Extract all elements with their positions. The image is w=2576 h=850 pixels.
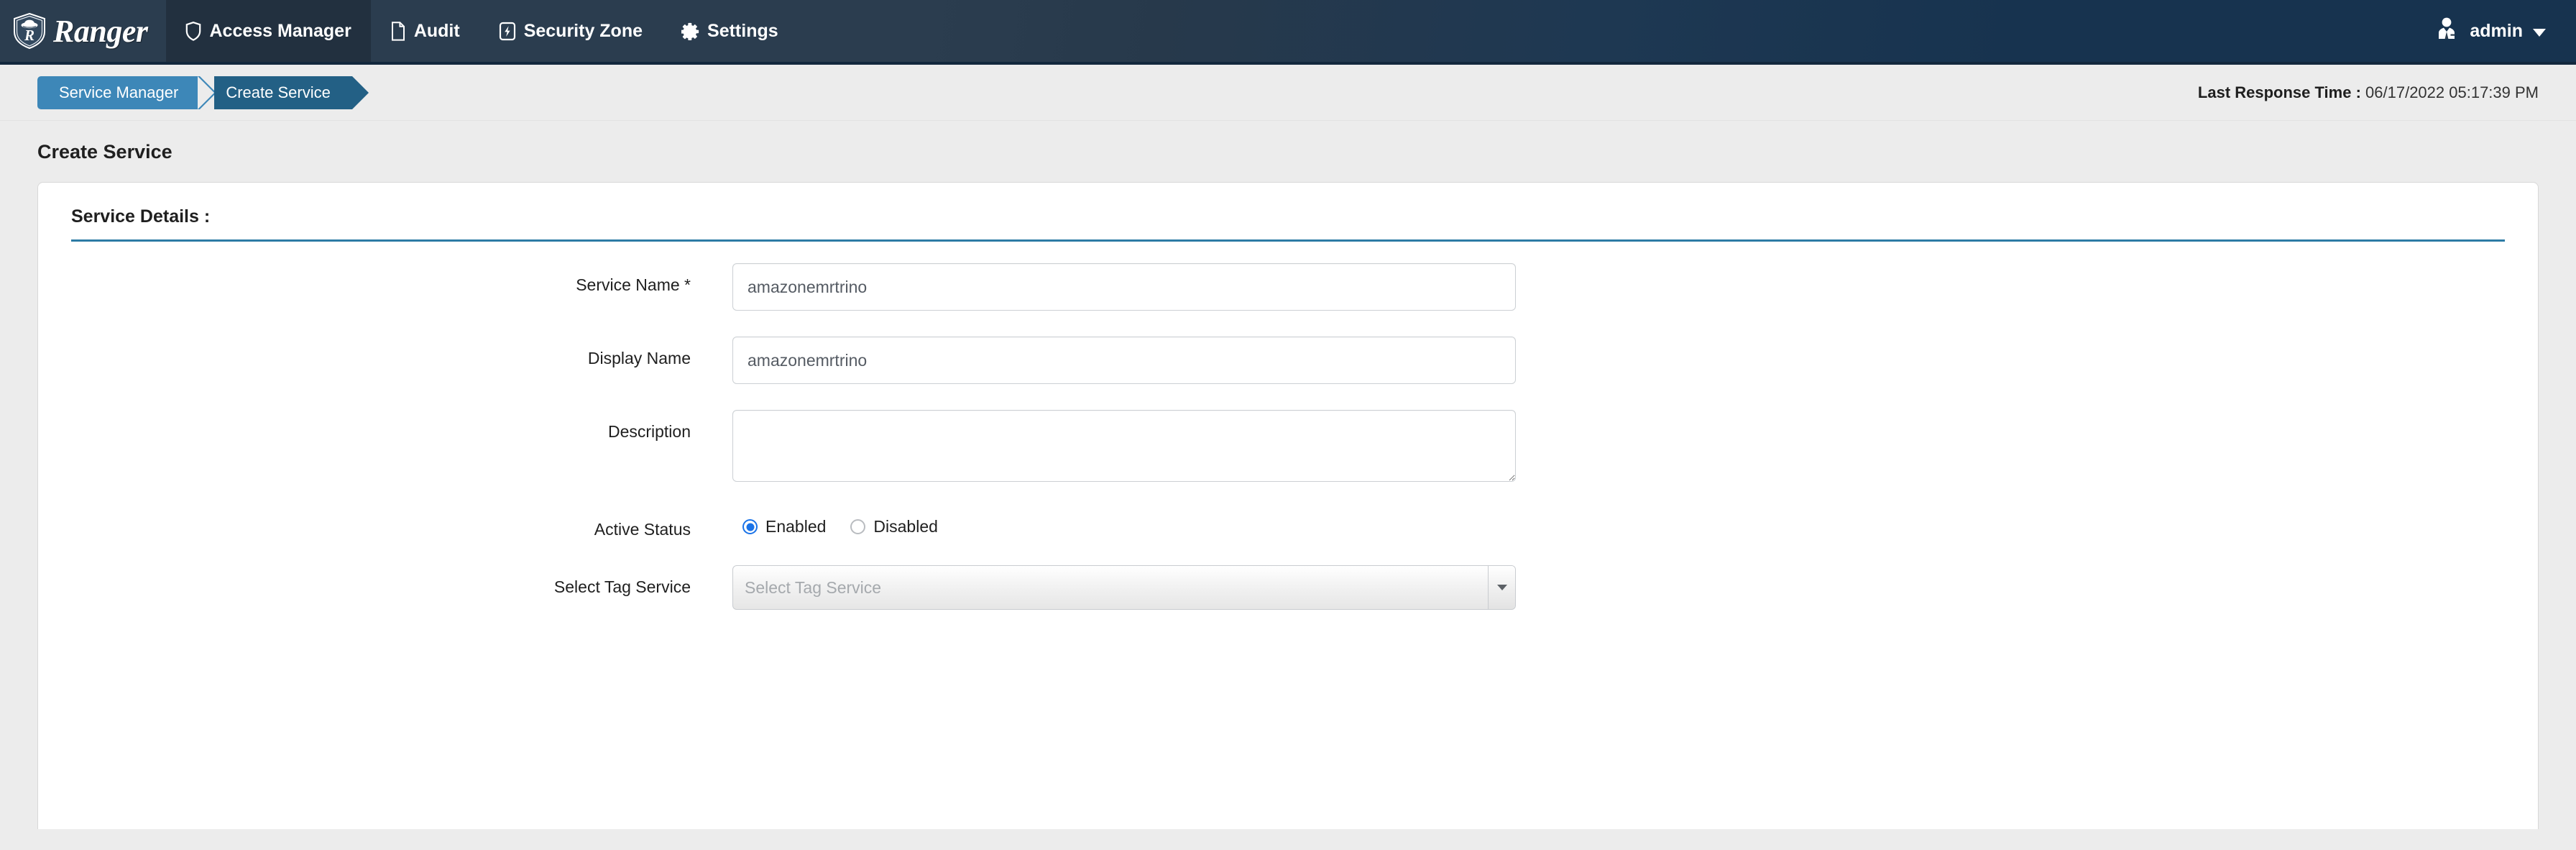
last-response-time: Last Response Time : 06/17/2022 05:17:39… [2198,83,2576,102]
select-tag-service-control: Select Tag Service [732,565,1516,610]
service-name-input[interactable] [732,263,1516,311]
breadcrumb: Service Manager Create Service [37,76,369,109]
description-label: Description [607,422,691,441]
breadcrumb-label: Create Service [226,83,331,101]
nav-item-settings[interactable]: Settings [662,0,798,62]
display-name-control [732,337,1516,384]
required-asterisk: * [684,275,691,294]
breadcrumb-bar: Service Manager Create Service Last Resp… [0,65,2576,121]
user-avatar-icon [2435,17,2460,46]
select-tag-service-arrow-button[interactable] [1488,566,1515,609]
radio-option-disabled[interactable]: Disabled [850,517,938,536]
active-status-radio-group: Enabled Disabled [732,508,1516,536]
active-status-control: Enabled Disabled [732,508,1516,536]
breadcrumb-item-service-manager[interactable]: Service Manager [37,76,217,109]
breadcrumb-label: Service Manager [59,83,179,101]
service-details-card: Service Details : Service Name * Display… [37,182,2539,829]
select-tag-service-label: Select Tag Service [553,577,691,596]
field-row-select-tag-service: Select Tag Service Select Tag Service [71,565,2505,610]
nav-item-label: Settings [707,20,778,41]
navbar-left-group: R Ranger Access Manager Audit Security Z… [0,0,798,62]
bolt-square-icon [499,22,516,41]
radio-enabled-label: Enabled [765,517,827,536]
last-response-time-value: 06/17/2022 05:17:39 PM [2365,83,2539,101]
nav-item-label: Audit [413,20,460,41]
service-name-label-text: Service Name [576,275,680,294]
user-menu-button[interactable]: admin [2435,17,2546,46]
nav-item-access-manager[interactable]: Access Manager [166,0,371,62]
page-body: Create Service Service Details : Service… [0,121,2576,850]
gear-icon [681,22,699,40]
chevron-down-icon [1496,585,1507,590]
service-name-control [732,263,1516,311]
section-title-service-details: Service Details : [71,183,2505,242]
select-tag-service-placeholder: Select Tag Service [745,577,882,597]
service-name-label: Service Name * [71,263,732,295]
description-textarea[interactable] [732,410,1516,482]
navbar-right-group: admin [2435,17,2576,46]
radio-disabled-indicator[interactable] [850,519,866,534]
nav-item-label: Access Manager [209,20,351,41]
field-row-active-status: Active Status Enabled Disabled [71,508,2505,539]
display-name-input[interactable] [732,337,1516,384]
field-row-service-name: Service Name * [71,263,2505,311]
page-title: Create Service [37,141,172,163]
ranger-shield-logo-icon: R [13,12,46,50]
select-tag-service-dropdown[interactable]: Select Tag Service [732,565,1516,610]
top-navbar: R Ranger Access Manager Audit Security Z… [0,0,2576,65]
field-row-description: Description [71,410,2505,482]
last-response-time-label: Last Response Time : [2197,83,2361,101]
nav-item-label: Security Zone [523,20,643,41]
svg-text:R: R [24,27,34,44]
description-control [732,410,1516,482]
breadcrumb-item-create-service: Create Service [198,76,369,109]
brand-name: Ranger [53,13,148,49]
chevron-down-icon [2533,28,2546,37]
user-name-label: admin [2470,20,2523,41]
shield-icon [185,21,201,41]
radio-option-enabled[interactable]: Enabled [742,517,826,536]
radio-enabled-indicator[interactable] [742,519,758,534]
brand-logo-link[interactable]: R Ranger [0,0,166,62]
file-icon [390,21,406,41]
active-status-label: Active Status [594,520,691,539]
create-service-form: Service Name * Display Name Description [71,242,2505,610]
nav-item-audit[interactable]: Audit [371,0,479,62]
field-row-display-name: Display Name [71,337,2505,384]
nav-item-security-zone[interactable]: Security Zone [479,0,662,62]
radio-disabled-label: Disabled [873,517,938,536]
display-name-label: Display Name [587,349,691,367]
